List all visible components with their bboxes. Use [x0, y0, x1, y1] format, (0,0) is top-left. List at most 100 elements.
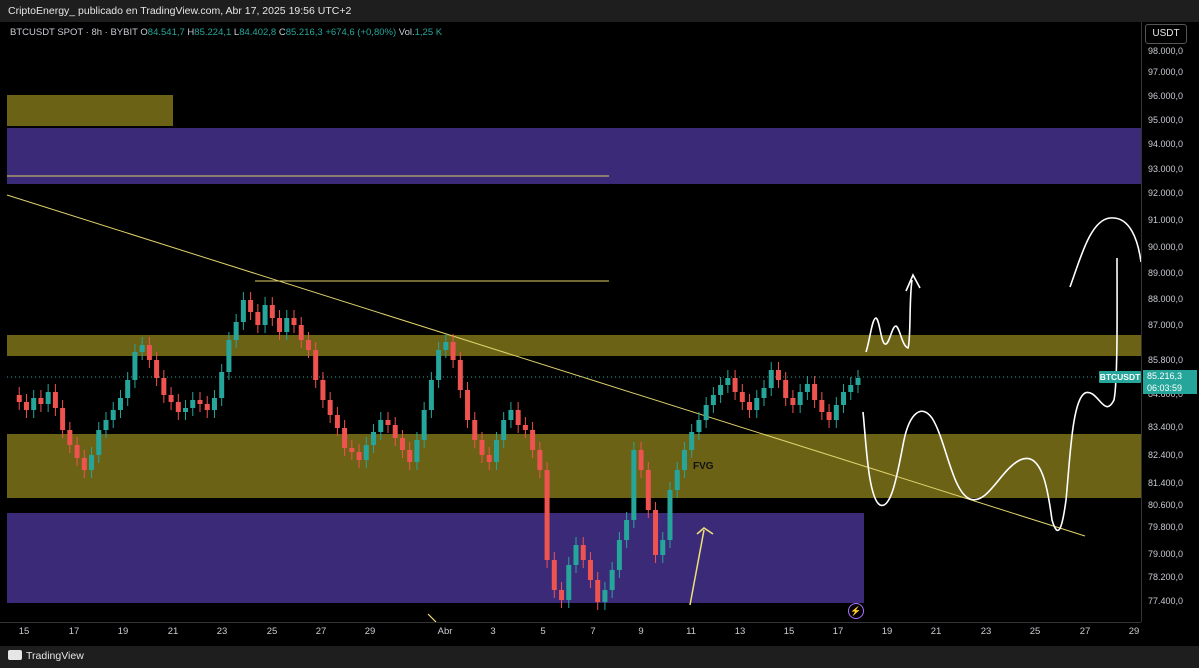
- price-tick-label: 87.000,0: [1148, 320, 1184, 330]
- candle-body: [277, 318, 283, 332]
- candle-body: [450, 342, 456, 360]
- price-chart[interactable]: [0, 0, 1199, 668]
- candle-body: [544, 470, 550, 560]
- yellow-zone-resistance: [7, 335, 1141, 356]
- candle-body: [595, 580, 601, 602]
- candle-body: [125, 380, 131, 398]
- volume-label: Vol.: [398, 27, 415, 38]
- candle-body: [457, 360, 463, 390]
- drawn-path-top-arc: [1069, 217, 1142, 288]
- candle-body: [566, 565, 572, 600]
- lightning-icon[interactable]: ⚡: [848, 603, 864, 619]
- low-value: 84.402,8: [239, 27, 277, 38]
- candle-body: [248, 300, 254, 312]
- candle-body: [587, 560, 593, 580]
- time-tick-label: 29: [364, 626, 376, 637]
- candle-body: [284, 318, 290, 332]
- candle-body: [775, 370, 781, 380]
- candle-body: [501, 420, 507, 440]
- tradingview-logo[interactable]: TradingView: [8, 650, 84, 662]
- time-tick-label: 3: [490, 626, 496, 637]
- time-tick-label: 15: [18, 626, 30, 637]
- time-tick-label: 17: [832, 626, 844, 637]
- current-price-value: 85.216,3: [1147, 371, 1183, 381]
- candle-body: [681, 450, 687, 470]
- price-tick-label: 82.400,0: [1148, 450, 1184, 460]
- candle-body: [38, 398, 44, 404]
- symbol-price-tag: BTCUSDT: [1099, 371, 1141, 383]
- candle-body: [219, 372, 225, 398]
- candle-body: [537, 450, 543, 470]
- time-tick-label: Abr: [437, 626, 453, 637]
- price-axis-border: [1141, 22, 1142, 622]
- candle-body: [710, 395, 716, 405]
- price-tick-label: 77.400,0: [1148, 596, 1184, 606]
- arrow-annotation-small: [427, 613, 437, 623]
- candle-body: [573, 545, 579, 565]
- candle-body: [96, 430, 102, 455]
- candle-body: [363, 445, 369, 460]
- candle-body: [826, 412, 832, 420]
- symbol-legend[interactable]: BTCUSDT SPOT · 8h · BYBIT O84.541,7 H85.…: [10, 27, 442, 38]
- candle-body: [421, 410, 427, 440]
- candle-body: [349, 448, 355, 452]
- candle-body: [414, 440, 420, 462]
- candle-body: [436, 350, 442, 380]
- candle-body: [320, 380, 326, 400]
- candle-body: [559, 590, 565, 600]
- time-tick-label: 27: [1079, 626, 1091, 637]
- candle-body: [31, 398, 37, 410]
- candle-body: [81, 458, 87, 470]
- candle-body: [703, 405, 709, 420]
- candle-body: [493, 440, 499, 462]
- time-tick-label: 13: [734, 626, 746, 637]
- candle-body: [609, 570, 615, 590]
- candle-body: [356, 452, 362, 460]
- price-tick-label: 83.400,0: [1148, 422, 1184, 432]
- candle-body: [226, 340, 232, 372]
- candle-body: [23, 402, 29, 410]
- candle-body: [183, 408, 189, 412]
- candle-body: [667, 490, 673, 540]
- high-value: 85.224,1: [194, 27, 232, 38]
- candle-body: [154, 360, 160, 378]
- time-tick-label: 29: [1128, 626, 1140, 637]
- footer-bar: [0, 646, 1199, 668]
- price-tick-label: 95.000,0: [1148, 115, 1184, 125]
- candle-body: [146, 345, 152, 360]
- candle-body: [790, 398, 796, 405]
- candle-body: [631, 450, 637, 520]
- open-label: O: [140, 27, 148, 38]
- candle-body: [139, 345, 145, 352]
- time-tick-label: 7: [590, 626, 596, 637]
- candle-body: [74, 445, 80, 458]
- price-tick-label: 78.200,0: [1148, 572, 1184, 582]
- time-tick-label: 19: [881, 626, 893, 637]
- candle-body: [472, 420, 478, 440]
- candle-body: [67, 430, 73, 445]
- price-tick-label: 88.000,0: [1148, 294, 1184, 304]
- candle-body: [255, 312, 261, 325]
- candle-body: [291, 318, 297, 325]
- price-tick-label: 79.000,0: [1148, 549, 1184, 559]
- candle-body: [530, 430, 536, 450]
- time-tick-label: 27: [315, 626, 327, 637]
- candle-body: [486, 455, 492, 462]
- candle-body: [443, 342, 449, 350]
- yellow-zone-support: [7, 434, 1141, 498]
- candle-body: [768, 370, 774, 388]
- candle-body: [833, 405, 839, 420]
- candle-body: [161, 378, 167, 395]
- candle-body: [732, 378, 738, 392]
- candle-body: [718, 385, 724, 395]
- candle-body: [804, 384, 810, 392]
- currency-button[interactable]: USDT: [1145, 24, 1187, 44]
- close-value: 85.216,3: [285, 27, 323, 38]
- candle-body: [103, 420, 109, 430]
- candle-body: [327, 400, 333, 415]
- time-tick-label: 21: [930, 626, 942, 637]
- candle-body: [132, 352, 138, 380]
- candle-body: [696, 420, 702, 432]
- candle-body: [342, 428, 348, 448]
- candle-body: [624, 520, 630, 540]
